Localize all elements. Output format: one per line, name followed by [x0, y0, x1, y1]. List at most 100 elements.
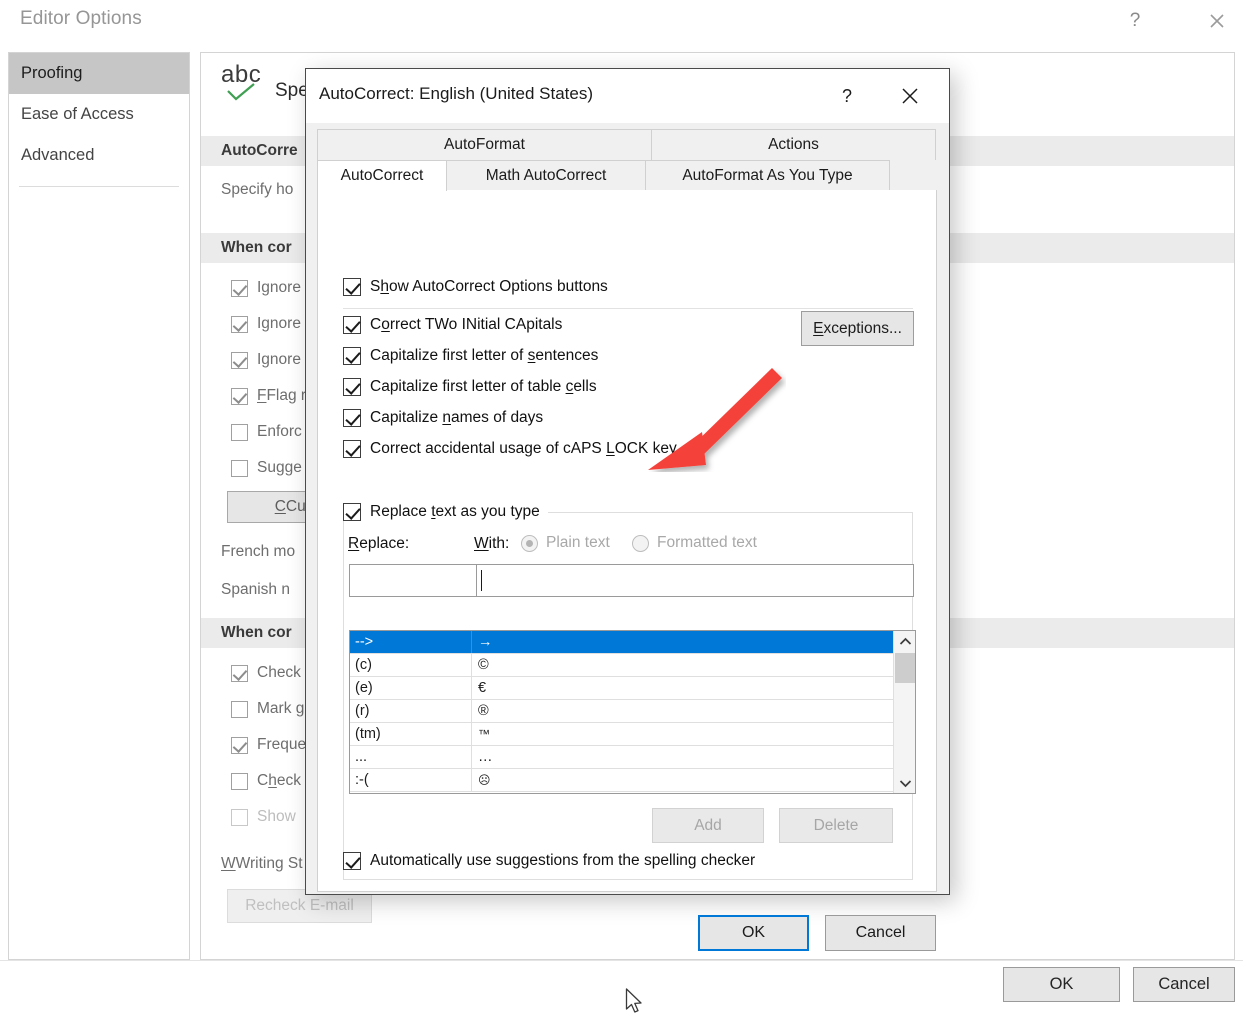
- checkbox-label: Show AutoCorrect Options buttons: [370, 278, 608, 295]
- checkbox-label: Mark g: [257, 700, 305, 717]
- bg-checkbox-flag-repeated[interactable]: FFlag re: [231, 387, 315, 405]
- entry-replace: (tm): [350, 723, 472, 745]
- radio-indicator: [632, 534, 649, 552]
- tab-actions[interactable]: Actions: [651, 129, 936, 160]
- green-check-icon: [227, 83, 259, 108]
- checkbox-label: Automatically use suggestions from the s…: [370, 852, 756, 869]
- entry-with: ☹: [478, 773, 491, 787]
- radio-label: Plain text: [546, 534, 610, 551]
- button-label: Recheck E-mail: [245, 897, 354, 914]
- close-icon[interactable]: [1200, 6, 1234, 36]
- checkbox-show-autocorrect-options[interactable]: Show AutoCorrect Options buttons: [343, 278, 608, 296]
- checkbox-box: [343, 278, 361, 296]
- list-item[interactable]: (r) ®: [350, 700, 894, 723]
- exceptions-button[interactable]: Exceptions...: [801, 311, 914, 346]
- autocorrect-entries-list[interactable]: --> → (c) © (e) € (r) ® (tm) ™ ... …:-(…: [349, 630, 916, 794]
- bg-checkbox-ignore-3[interactable]: Ignore: [231, 351, 301, 369]
- checkbox-capitalize-names-of-days[interactable]: Capitalize names of days: [343, 409, 543, 427]
- french-modes-label[interactable]: French mo: [221, 543, 295, 561]
- checkbox-label: Ignore: [257, 351, 301, 368]
- checkbox-label: Capitalize names of days: [370, 409, 544, 426]
- sidebar-item-proofing[interactable]: Proofing: [9, 53, 189, 94]
- checkbox-capitalize-first-letter-sentences[interactable]: Capitalize first letter of sentences: [343, 347, 598, 365]
- delete-entry-button: Delete: [779, 808, 893, 843]
- editor-options-ok-button[interactable]: OK: [1003, 967, 1120, 1002]
- checkbox-label: Check: [257, 772, 301, 789]
- autocorrect-description: Specify ho: [221, 181, 294, 198]
- tab-autoformat-as-you-type[interactable]: AutoFormat As You Type: [645, 160, 890, 191]
- entry-replace: ...: [350, 746, 472, 768]
- checkbox-box: [231, 808, 248, 826]
- dialog-title: AutoCorrect: English (United States): [319, 84, 594, 103]
- dialog-close-icon[interactable]: [894, 81, 926, 111]
- radio-plain-text: Plain text: [521, 534, 610, 552]
- bg-checkbox-ignore-1[interactable]: Ignore: [231, 279, 301, 297]
- autocorrect-dialog: AutoCorrect: English (United States) ? A…: [305, 68, 950, 951]
- list-item[interactable]: (e) €: [350, 677, 894, 700]
- list-item[interactable]: (c) ©: [350, 654, 894, 677]
- autocorrect-tab-panel: Show AutoCorrect Options buttons Correct…: [317, 190, 937, 892]
- entry-with: …: [478, 749, 493, 765]
- checkbox-label: Capitalize first letter of sentences: [370, 347, 599, 364]
- with-input[interactable]: [476, 564, 914, 597]
- list-item[interactable]: ... …: [350, 746, 894, 769]
- list-scrollbar[interactable]: [893, 631, 915, 793]
- dialog-titlebar: AutoCorrect: English (United States) ?: [306, 69, 949, 123]
- bg-checkbox-check-grammar[interactable]: Check: [231, 772, 301, 790]
- checkbox-box: [343, 852, 361, 870]
- entry-replace: :-(: [350, 769, 472, 791]
- bg-checkbox-mark-grammar[interactable]: Mark g: [231, 700, 304, 718]
- help-icon[interactable]: ?: [1118, 6, 1152, 36]
- tab-strip-upper: AutoFormat Actions: [317, 129, 937, 160]
- scroll-up-icon[interactable]: [894, 631, 915, 651]
- dialog-ok-button[interactable]: OK: [698, 915, 809, 951]
- spanish-modes-label[interactable]: Spanish n: [221, 581, 290, 599]
- checkbox-correct-caps-lock[interactable]: Correct accidental usage of cAPS LOCK ke…: [343, 440, 677, 458]
- checkbox-box: [231, 351, 248, 369]
- tab-autocorrect[interactable]: AutoCorrect: [317, 160, 447, 191]
- entry-with: ™: [478, 727, 490, 741]
- scrollbar-thumb[interactable]: [895, 653, 915, 683]
- replace-input[interactable]: [349, 564, 477, 597]
- spellcheck-abc-icon: abc: [221, 61, 265, 109]
- sidebar-item-ease-of-access[interactable]: Ease of Access: [9, 94, 189, 135]
- checkbox-label: Enforc: [257, 423, 302, 440]
- dialog-cancel-button[interactable]: Cancel: [825, 915, 936, 951]
- spelling-header: abc Spe: [221, 61, 309, 109]
- checkbox-box: [343, 440, 361, 458]
- checkbox-replace-text-as-you-type[interactable]: Replace text as you type: [343, 503, 548, 521]
- tab-math-autocorrect[interactable]: Math AutoCorrect: [446, 160, 646, 191]
- entry-replace: (r): [350, 700, 472, 722]
- bg-checkbox-ignore-2[interactable]: Ignore: [231, 315, 301, 333]
- list-item[interactable]: --> →: [350, 631, 894, 654]
- entry-with: €: [478, 680, 487, 696]
- checkbox-label: Ignore: [257, 315, 301, 332]
- checkbox-label: Correct accidental usage of cAPS LOCK ke…: [370, 440, 677, 457]
- scroll-down-icon[interactable]: [894, 773, 915, 793]
- mouse-cursor-icon: [625, 988, 645, 1016]
- checkbox-label: Ignore: [257, 279, 301, 296]
- checkbox-correct-two-initial-capitals[interactable]: Correct TWo INitial CApitals: [343, 316, 562, 334]
- button-label: Delete: [813, 816, 859, 834]
- sidebar-item-label: Ease of Access: [21, 105, 134, 123]
- bg-checkbox-suggest[interactable]: Sugge: [231, 459, 302, 477]
- bg-checkbox-enforce[interactable]: Enforc: [231, 423, 302, 441]
- tab-autoformat[interactable]: AutoFormat: [317, 129, 652, 160]
- entry-with: →: [478, 634, 493, 650]
- editor-options-cancel-button[interactable]: Cancel: [1133, 967, 1235, 1002]
- bg-checkbox-check-spelling[interactable]: Check: [231, 664, 301, 682]
- checkbox-label: Freque: [257, 736, 307, 753]
- checkbox-capitalize-first-letter-table-cells[interactable]: Capitalize first letter of table cells: [343, 378, 597, 396]
- checkbox-box: [343, 503, 361, 521]
- checkbox-auto-use-suggestions[interactable]: Automatically use suggestions from the s…: [343, 852, 755, 870]
- list-item[interactable]: :-( ☹: [350, 769, 894, 792]
- list-item[interactable]: (tm) ™: [350, 723, 894, 746]
- window-title: Editor Options: [20, 8, 142, 29]
- checkbox-box: [231, 736, 248, 754]
- bg-checkbox-frequently-confused[interactable]: Freque: [231, 736, 306, 754]
- dialog-help-icon[interactable]: ?: [831, 81, 863, 111]
- checkbox-box: [231, 772, 248, 790]
- checkbox-box: [231, 315, 248, 333]
- sidebar-item-label: Advanced: [21, 146, 95, 164]
- sidebar-item-advanced[interactable]: Advanced: [9, 135, 189, 176]
